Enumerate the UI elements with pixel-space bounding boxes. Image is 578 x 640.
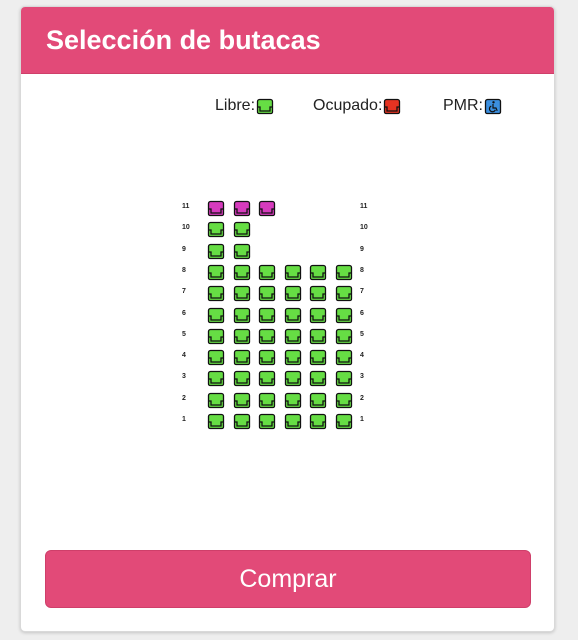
seat-libre[interactable]	[309, 285, 327, 302]
seat-libre[interactable]	[207, 349, 225, 366]
seat-libre[interactable]	[233, 221, 251, 238]
seat-libre[interactable]	[309, 328, 327, 345]
seat-libre[interactable]	[233, 370, 251, 387]
row-number-right: 5	[360, 330, 364, 338]
row-number-right: 6	[360, 309, 364, 317]
buy-button[interactable]: Comprar	[45, 550, 531, 608]
row-number-left: 4	[182, 352, 186, 360]
row-number-right: 2	[360, 394, 364, 402]
seat-libre[interactable]	[309, 413, 327, 430]
seat-libre[interactable]	[335, 413, 353, 430]
seat-libre[interactable]	[284, 370, 302, 387]
seat-libre[interactable]	[335, 307, 353, 324]
row-number-left: 1	[182, 416, 186, 423]
seat-libre[interactable]	[258, 413, 276, 430]
seat-libre[interactable]	[258, 349, 276, 366]
row-number-right: 7	[360, 288, 364, 296]
seat-libre[interactable]	[284, 307, 302, 324]
seat-libre[interactable]	[309, 307, 327, 324]
row-number-left: 9	[182, 245, 186, 253]
seat-libre[interactable]	[233, 264, 251, 281]
row-number-right: 4	[360, 352, 364, 360]
seat-libre[interactable]	[207, 285, 225, 302]
row-number-right: 3	[360, 373, 364, 381]
seat-libre[interactable]	[284, 349, 302, 366]
seat-libre[interactable]	[335, 370, 353, 387]
seat-libre[interactable]	[335, 392, 353, 409]
seat-libre[interactable]	[207, 264, 225, 281]
row-number-right: 9	[360, 245, 364, 253]
seat-selection-card: Selección de butacas Libre: Ocupado: PMR…	[20, 6, 555, 632]
seat-libre[interactable]	[233, 243, 251, 260]
seat-libre[interactable]	[207, 370, 225, 387]
seat-libre[interactable]	[284, 285, 302, 302]
seat-libre[interactable]	[258, 370, 276, 387]
seat-libre[interactable]	[233, 307, 251, 324]
seat-libre[interactable]	[309, 349, 327, 366]
seat-libre[interactable]	[309, 370, 327, 387]
row-number-left: 5	[182, 330, 186, 338]
seat-libre[interactable]	[258, 328, 276, 345]
seat-libre[interactable]	[207, 243, 225, 260]
seat-libre[interactable]	[207, 221, 225, 238]
seat-libre[interactable]	[233, 413, 251, 430]
row-number-left: 2	[182, 394, 186, 402]
seat-libre[interactable]	[207, 413, 225, 430]
row-number-left: 7	[182, 288, 186, 296]
row-number-left: 10	[182, 224, 190, 232]
seat-libre[interactable]	[284, 328, 302, 345]
seat-libre[interactable]	[207, 392, 225, 409]
seat-libre[interactable]	[233, 349, 251, 366]
seat-libre[interactable]	[284, 392, 302, 409]
seat-libre[interactable]	[258, 307, 276, 324]
seat-libre[interactable]	[233, 285, 251, 302]
row-number-left: 6	[182, 309, 186, 317]
row-number-left: 8	[182, 266, 186, 274]
seat-libre[interactable]	[233, 392, 251, 409]
seat-special[interactable]	[207, 200, 225, 217]
seat-map: 11 11 10 10 9 9 8 8 7 7 6 6 5 5 4 4 3 3 2 2 1 1	[21, 7, 554, 631]
seat-libre[interactable]	[207, 328, 225, 345]
seat-libre[interactable]	[309, 392, 327, 409]
seat-libre[interactable]	[258, 285, 276, 302]
seat-libre[interactable]	[335, 328, 353, 345]
seat-libre[interactable]	[284, 413, 302, 430]
row-number-left: 11	[182, 203, 190, 210]
seat-libre[interactable]	[309, 264, 327, 281]
seat-libre[interactable]	[284, 264, 302, 281]
row-number-right: 10	[360, 224, 368, 232]
row-number-left: 3	[182, 373, 186, 381]
seat-libre[interactable]	[258, 392, 276, 409]
seat-libre[interactable]	[335, 264, 353, 281]
row-number-right: 8	[360, 266, 364, 274]
row-number-right: 1	[360, 416, 364, 423]
seat-libre[interactable]	[207, 307, 225, 324]
seat-libre[interactable]	[335, 349, 353, 366]
seat-special[interactable]	[233, 200, 251, 217]
seat-libre[interactable]	[335, 285, 353, 302]
seat-special[interactable]	[258, 200, 276, 217]
row-number-right: 11	[360, 203, 368, 210]
seat-libre[interactable]	[258, 264, 276, 281]
seat-libre[interactable]	[233, 328, 251, 345]
